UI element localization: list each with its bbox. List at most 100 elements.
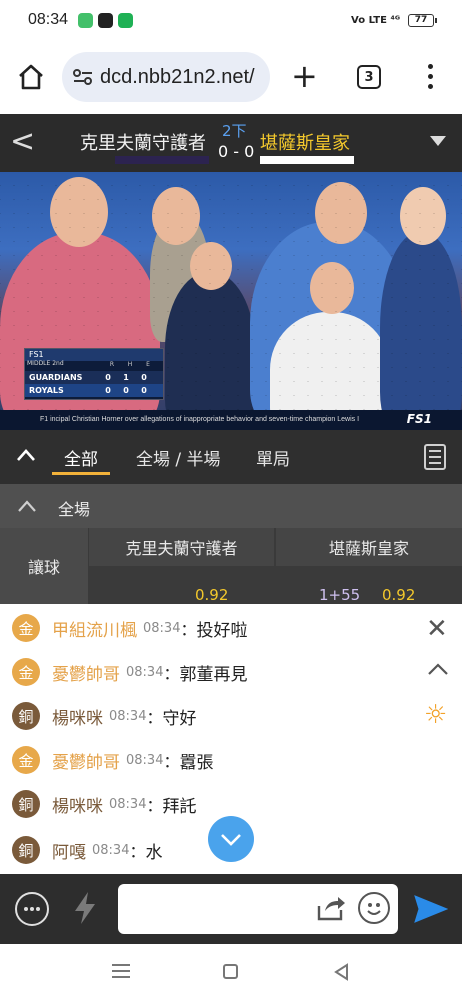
network-indicator: Vo LTE ⁴ᴳ (351, 14, 400, 26)
inning-indicator: 2下 (222, 122, 247, 140)
away-team-name: 堪薩斯皇家 (260, 133, 350, 154)
chevron-up-icon[interactable] (17, 499, 37, 513)
back-nav-icon[interactable] (333, 963, 349, 981)
full-game-section-header[interactable]: 全場 (0, 484, 462, 528)
tier-badge: 銅 (12, 790, 40, 818)
menu-icon[interactable] (428, 64, 434, 92)
send-icon[interactable] (414, 894, 448, 924)
chat-text: 守好 (162, 708, 197, 729)
chat-message: 銅 楊咪咪 08:34 ： 拜託 (12, 788, 196, 820)
home-team-name: 克里夫蘭守護者 (80, 133, 206, 154)
chat-colon: ： (163, 664, 180, 683)
column-home-team: 克里夫蘭守護者 (89, 528, 274, 566)
away-handicap-odds[interactable]: 0.92 (382, 586, 415, 604)
chat-username[interactable]: 甲組流川楓 (52, 616, 137, 641)
away-handicap-line[interactable]: 1+55 (319, 586, 360, 604)
tabs-icon[interactable]: 3 (357, 65, 381, 89)
chevron-down-icon (221, 834, 241, 846)
site-settings-icon[interactable] (72, 67, 94, 87)
odds-table: 讓球 克里夫蘭守護者 堪薩斯皇家 0.92 1+55 0.92 (0, 528, 462, 604)
chat-text: 水 (145, 842, 163, 863)
emoji-icon[interactable] (358, 892, 390, 924)
chat-colon: ： (163, 752, 180, 771)
notification-app-icon (78, 12, 94, 28)
battery-level: 77 (414, 15, 428, 25)
chat-colon: ： (146, 796, 163, 815)
chat-username[interactable]: 楊咪咪 (52, 704, 103, 729)
browser-toolbar: dcd.nbb21n2.net/ + 3 (0, 40, 462, 114)
url-text[interactable]: dcd.nbb21n2.net/ (100, 66, 255, 89)
home-nav-icon[interactable] (223, 964, 238, 979)
address-bar[interactable]: dcd.nbb21n2.net/ (62, 52, 270, 102)
network-logo: FS1 (406, 412, 432, 426)
home-handicap-odds[interactable]: 0.92 (195, 586, 228, 604)
chat-time: 08:34 (109, 708, 147, 724)
chat-panel: 金 甲組流川楓 08:34 ： 投好啦 金 憂鬱帥哥 08:34 ： 郭董再見 … (0, 604, 462, 874)
column-away-team: 堪薩斯皇家 (276, 528, 462, 566)
chevron-down-icon[interactable] (430, 136, 446, 146)
scorebug-inning: MIDDLE 2nd (27, 360, 64, 367)
tab-all[interactable]: 全部 (64, 445, 98, 470)
message-input[interactable] (118, 884, 398, 934)
chat-text: 拜託 (162, 796, 197, 817)
brightness-icon[interactable]: ☼ (424, 702, 447, 728)
active-tab-indicator (52, 472, 110, 475)
status-bar: 08:34 Vo LTE ⁴ᴳ 77 (0, 0, 462, 40)
news-ticker: F1 incipal Christian Horner over allegat… (0, 410, 462, 430)
chat-message: 金 憂鬱帥哥 08:34 ： 郭董再見 (12, 656, 247, 688)
home-team-bar (115, 156, 209, 164)
chat-username[interactable]: 阿嘎 (52, 838, 86, 863)
chat-time: 08:34 (109, 796, 147, 812)
tier-badge: 金 (12, 746, 40, 774)
bet-tabs: 全部 全場 / 半場 單局 (0, 430, 462, 484)
tab-count: 3 (364, 69, 374, 85)
score-header: < 克里夫蘭守護者 2下 0 - 0 堪薩斯皇家 (0, 114, 462, 172)
share-icon[interactable] (316, 894, 346, 922)
recents-icon[interactable] (112, 964, 130, 982)
chat-text: 郭董再見 (179, 664, 248, 685)
tier-badge: 金 (12, 658, 40, 686)
document-icon[interactable] (424, 444, 446, 470)
scroll-down-button[interactable] (208, 816, 254, 862)
lightning-icon[interactable] (72, 891, 98, 925)
chat-bubble-icon[interactable] (15, 892, 49, 926)
chat-username[interactable]: 憂鬱帥哥 (52, 660, 120, 685)
tier-badge: 金 (12, 614, 40, 642)
chat-text: 囂張 (179, 752, 214, 773)
chevron-up-icon[interactable] (16, 446, 36, 466)
tier-badge: 銅 (12, 836, 40, 864)
chat-time: 08:34 (126, 664, 164, 680)
system-nav-bar (0, 944, 462, 1000)
tier-badge: 銅 (12, 702, 40, 730)
chat-message: 銅 阿嘎 08:34 ： 水 (12, 834, 162, 866)
away-team-bar (260, 156, 354, 164)
section-title: 全場 (58, 500, 91, 519)
back-icon[interactable]: < (10, 124, 35, 160)
chat-message: 金 憂鬱帥哥 08:34 ： 囂張 (12, 744, 213, 776)
shield-app-icon (118, 12, 134, 28)
tab-full-half[interactable]: 全場 / 半場 (136, 445, 221, 470)
chat-message: 金 甲組流川楓 08:34 ： 投好啦 (12, 612, 247, 644)
chat-message: 銅 楊咪咪 08:34 ： 守好 (12, 700, 196, 732)
chat-username[interactable]: 楊咪咪 (52, 792, 103, 817)
game-score: 0 - 0 (218, 142, 255, 161)
close-icon[interactable]: ✕ (426, 616, 448, 642)
battery-icon: 77 (408, 13, 437, 27)
chat-time: 08:34 (92, 842, 130, 858)
chevron-up-icon[interactable] (427, 662, 449, 676)
scorebug: FS1 RHE GUARDIANS 010 ROYALS 000 (24, 348, 164, 400)
chat-time: 08:34 (126, 752, 164, 768)
youtube-icon (98, 12, 114, 28)
handicap-row-label: 讓球 (0, 528, 88, 604)
status-indicators: Vo LTE ⁴ᴳ 77 (351, 13, 437, 27)
home-icon[interactable] (16, 62, 46, 92)
live-video[interactable]: FS1 RHE GUARDIANS 010 ROYALS 000 MIDDLE … (0, 172, 462, 430)
status-app-icons (78, 12, 134, 28)
chat-time: 08:34 (143, 620, 181, 636)
new-tab-icon[interactable]: + (291, 60, 318, 92)
chat-input-bar (0, 874, 462, 944)
tab-inning[interactable]: 單局 (256, 445, 290, 470)
scorebug-team-row: GUARDIANS 010 (25, 371, 163, 384)
chat-username[interactable]: 憂鬱帥哥 (52, 748, 120, 773)
chat-text: 投好啦 (196, 620, 248, 641)
